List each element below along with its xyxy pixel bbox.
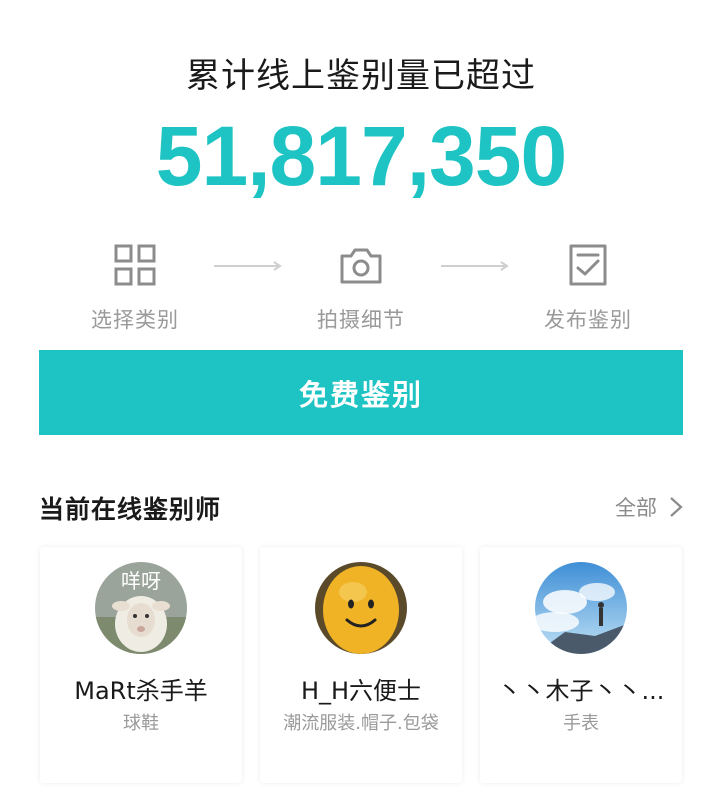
step-publish: 发布鉴别 (513, 242, 663, 334)
appraiser-list: 咩呀 MaRt杀手羊 球鞋 H_H六便士 潮流服装.帽子.包袋 丶丶木子丶丶..… (40, 547, 684, 783)
step-label: 发布鉴别 (544, 308, 632, 332)
appraiser-name: H_H六便士 (300, 677, 422, 705)
appraiser-card[interactable]: 丶丶木子丶丶... 手表 (480, 547, 682, 783)
appraiser-name: 丶丶木子丶丶... (497, 677, 665, 705)
sheep-avatar-icon: 咩呀 (95, 562, 187, 654)
smiley-avatar-icon (315, 562, 407, 654)
step-arrow-icon (441, 261, 509, 271)
step-label: 选择类别 (91, 308, 179, 332)
appraisal-home: 累计线上鉴别量已超过 51,817,350 选择类别 拍摄细节 发布鉴别 免费鉴… (0, 0, 722, 788)
step-label: 拍摄细节 (317, 308, 405, 332)
camera-icon (340, 248, 382, 284)
appraiser-category: 潮流服装.帽子.包袋 (283, 713, 439, 734)
chevron-right-icon (670, 497, 683, 517)
appraiser-category: 球鞋 (123, 713, 159, 734)
avatar-caption: 咩呀 (121, 569, 161, 593)
see-all-label: 全部 (615, 496, 657, 520)
step-select-category: 选择类别 (60, 242, 210, 334)
section-title: 当前在线鉴别师 (39, 495, 222, 524)
appraiser-card[interactable]: H_H六便士 潮流服装.帽子.包袋 (260, 547, 462, 783)
step-take-photos: 拍摄细节 (286, 242, 436, 334)
appraiser-name: MaRt杀手羊 (74, 677, 208, 705)
appraisal-counter: 51,817,350 (155, 109, 567, 203)
checklist-icon (569, 244, 607, 286)
step-arrow-icon (214, 261, 282, 271)
free-appraisal-button[interactable]: 免费鉴别 (39, 350, 683, 435)
avatar (535, 562, 627, 654)
appraiser-card[interactable]: 咩呀 MaRt杀手羊 球鞋 (40, 547, 242, 783)
sky-scene-avatar-icon (535, 562, 627, 654)
see-all-link[interactable]: 全部 (615, 492, 683, 522)
stats-headline: 累计线上鉴别量已超过 (186, 56, 536, 96)
online-appraisers-header: 当前在线鉴别师 全部 (39, 490, 683, 530)
category-grid-icon (114, 244, 156, 286)
process-steps: 选择类别 拍摄细节 发布鉴别 (0, 242, 722, 342)
appraiser-category: 手表 (563, 713, 599, 734)
avatar (315, 562, 407, 654)
avatar: 咩呀 (95, 562, 187, 654)
